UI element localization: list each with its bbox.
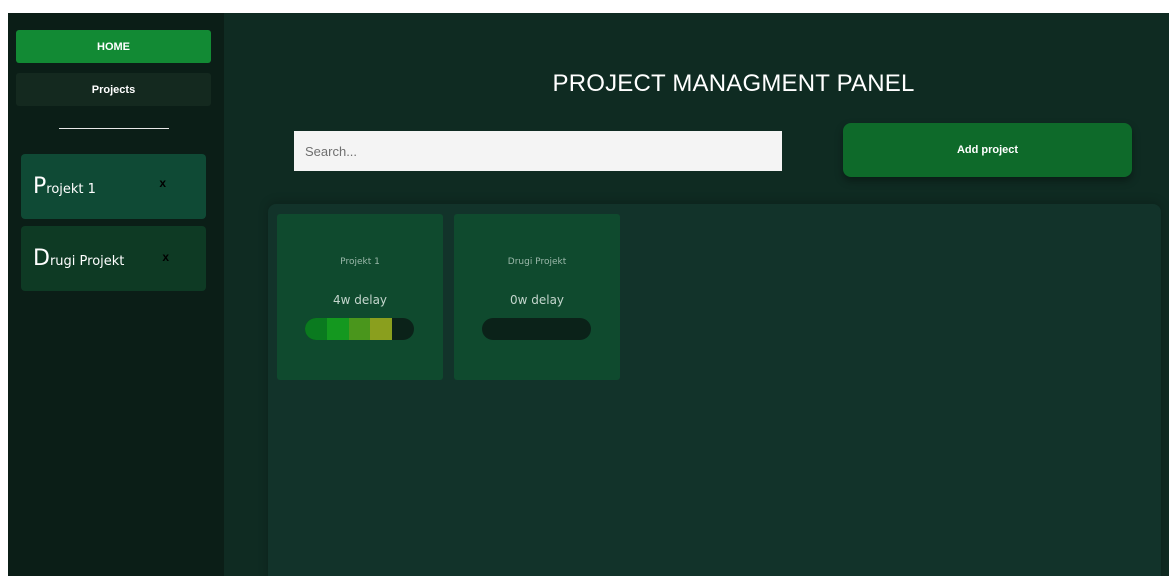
progress-segment [326, 318, 349, 340]
projects-button[interactable]: Projects [16, 73, 211, 106]
sidebar: HOME Projects Projekt 1 x Drugi Projekt … [8, 13, 224, 576]
progress-bar [305, 318, 414, 340]
project-card[interactable]: Drugi Projekt 0w delay [454, 214, 620, 380]
sidebar-item-initial: P [33, 174, 47, 199]
sidebar-item-projekt-1[interactable]: Projekt 1 x [21, 154, 206, 219]
main-area: PROJECT MANAGMENT PANEL Add project Proj… [224, 13, 1169, 576]
close-icon[interactable]: x [162, 250, 169, 264]
progress-bar [482, 318, 591, 340]
sidebar-item-drugi-projekt[interactable]: Drugi Projekt x [21, 226, 206, 291]
project-card-name: Projekt 1 [340, 257, 380, 267]
sidebar-divider [59, 128, 169, 129]
sidebar-item-initial: D [33, 246, 50, 271]
sidebar-item-title: Drugi Projekt [33, 246, 124, 271]
home-button[interactable]: HOME [16, 30, 211, 63]
add-project-button[interactable]: Add project [843, 123, 1132, 177]
progress-segment [348, 318, 371, 340]
projects-panel: Projekt 1 4w delay Drugi Projekt 0w dela… [268, 204, 1161, 576]
progress-segment [305, 318, 327, 340]
sidebar-item-title: Projekt 1 [33, 174, 96, 199]
search-input[interactable] [294, 131, 782, 171]
project-card-delay: 0w delay [509, 293, 565, 307]
project-card[interactable]: Projekt 1 4w delay [277, 214, 443, 380]
close-icon[interactable]: x [159, 176, 166, 190]
progress-segment [370, 318, 393, 340]
app-window: HOME Projects Projekt 1 x Drugi Projekt … [8, 13, 1169, 576]
sidebar-item-label: rugi Projekt [49, 254, 125, 269]
sidebar-item-label: rojekt 1 [46, 182, 96, 197]
project-card-delay: 4w delay [332, 293, 388, 307]
page-title: PROJECT MANAGMENT PANEL [552, 70, 915, 97]
project-card-name: Drugi Projekt [507, 257, 567, 267]
